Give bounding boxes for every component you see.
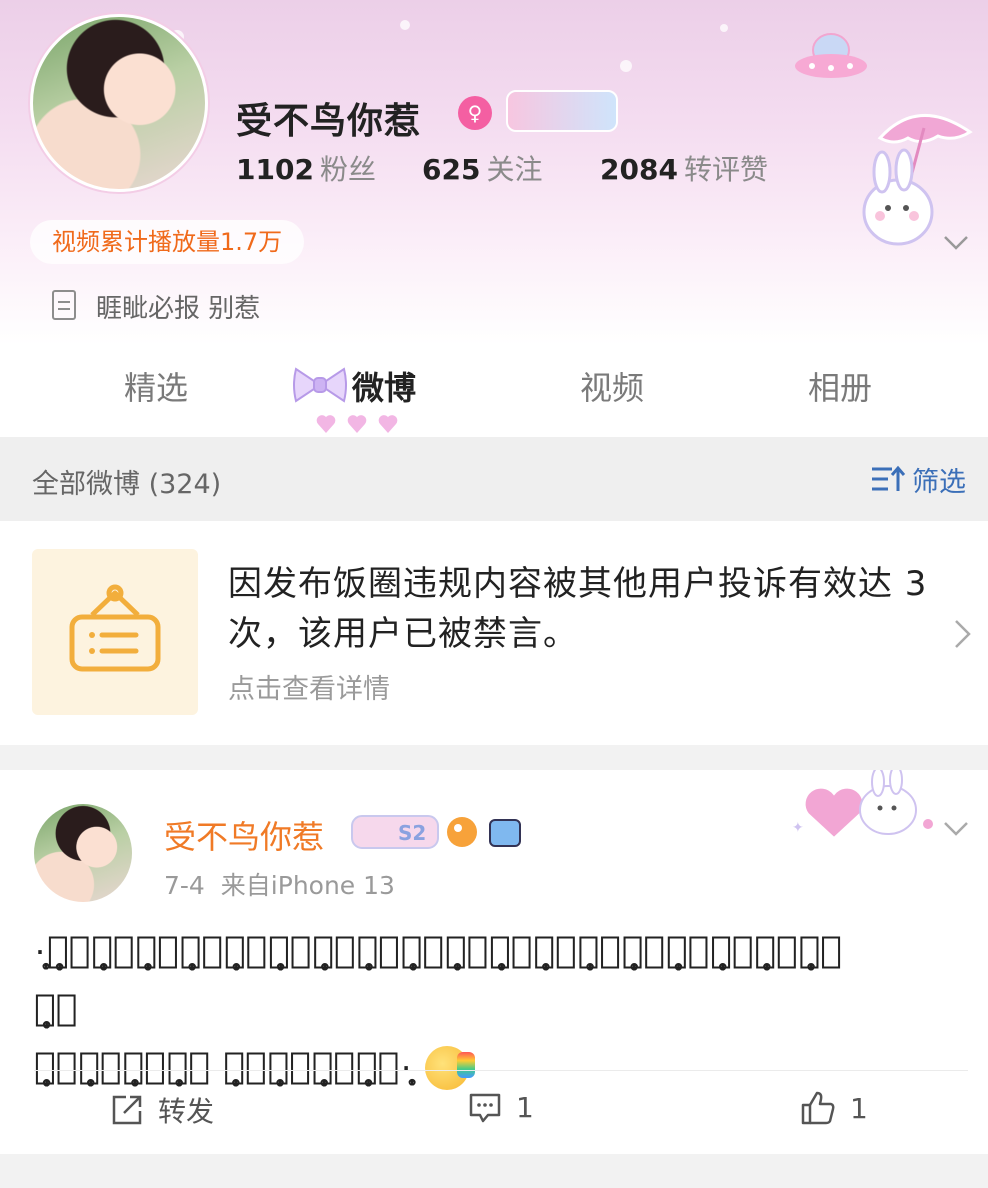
heart-bunny-sticker-icon: ✦ bbox=[792, 770, 933, 840]
comment-icon bbox=[469, 1093, 501, 1123]
ufo-sticker-icon bbox=[795, 33, 867, 78]
document-icon bbox=[52, 290, 76, 320]
svg-text:✦: ✦ bbox=[792, 820, 804, 836]
tab-video[interactable]: 视频 bbox=[580, 363, 644, 409]
notice-message: 因发布饭圈违规内容被其他用户投诉有效达 3次，该用户已被禁言。 bbox=[228, 564, 928, 654]
comment-button[interactable]: 1 bbox=[468, 1090, 534, 1124]
filter-label: 筛选 bbox=[912, 466, 966, 498]
profile-tabs: 精选 微博 视频 相册 bbox=[0, 345, 988, 437]
share-icon bbox=[112, 1095, 142, 1125]
stat-fans-label: 粉丝 bbox=[319, 153, 376, 186]
hearts-icon bbox=[316, 415, 398, 433]
profile-avatar[interactable] bbox=[30, 14, 208, 192]
stat-fans-value: 1102 bbox=[236, 153, 314, 186]
signboard-icon bbox=[69, 584, 161, 672]
stat-interactions[interactable]: 2084 转评赞 bbox=[600, 148, 768, 188]
sort-filter-icon bbox=[872, 465, 906, 491]
tab-album[interactable]: 相册 bbox=[808, 363, 872, 409]
filter-button[interactable]: 筛选 bbox=[870, 459, 966, 499]
stat-following-label: 关注 bbox=[486, 153, 543, 186]
like-count: 1 bbox=[850, 1091, 868, 1125]
weibo-post: 受不鸟你惹 S2 7-4 来自iPhone 13 ✦ ·̩̩̥͙滴̩̩̥͙滴̩̩… bbox=[0, 770, 988, 1154]
repost-label: 转发 bbox=[158, 1095, 215, 1128]
post-source: 来自iPhone 13 bbox=[220, 871, 395, 900]
filter-bar: 全部微博 (324) 筛选 bbox=[0, 437, 988, 521]
post-content-line: ·̩̩̥͙滴̩̩̥͙滴̩̩̥͙滴̩̩̥͙，̩̩̥͙怎̩̩̥͙么̩̩̥͙卡̩̩̥͙… bbox=[34, 930, 843, 1029]
stat-interactions-label: 转评赞 bbox=[683, 153, 768, 186]
all-posts-count: 全部微博 (324) bbox=[32, 469, 222, 500]
thumbs-up-icon bbox=[801, 1091, 835, 1125]
stat-interactions-value: 2084 bbox=[600, 153, 678, 186]
profile-header: 受不鸟你惹 ♀ 1102 粉丝 625 关注 2084 转评赞 视频累计播放量1.7万… bbox=[0, 0, 988, 345]
post-date: 7-4 bbox=[164, 871, 205, 900]
tab-featured[interactable]: 精选 bbox=[124, 363, 188, 409]
post-content-text: 了̩̩̥͙？̩̩̥͙？̩̩̥͙？̩̩̥͙ 没̩̩̥͙吃̩̩̥͙饭̩̩̥͙啊̩̩̥… bbox=[34, 1046, 414, 1087]
divider bbox=[34, 1070, 968, 1071]
stat-following-value: 625 bbox=[422, 153, 481, 186]
member-badges-icon: S2 bbox=[351, 815, 521, 849]
profile-bio: 睚眦必报 别惹 bbox=[96, 294, 261, 324]
bow-icon bbox=[293, 367, 347, 403]
like-button[interactable]: 1 bbox=[800, 1090, 868, 1126]
stat-fans[interactable]: 1102 粉丝 bbox=[236, 148, 376, 188]
post-content-line-2: 了̩̩̥͙？̩̩̥͙？̩̩̥͙？̩̩̥͙ 没̩̩̥͙吃̩̩̥͙饭̩̩̥͙啊̩̩̥… bbox=[34, 1038, 854, 1096]
badge-sticker-icon[interactable] bbox=[506, 90, 618, 132]
post-author-name[interactable]: 受不鸟你惹 bbox=[164, 812, 324, 858]
post-author-avatar[interactable] bbox=[34, 804, 132, 902]
rainbow-emoji-icon bbox=[425, 1046, 476, 1090]
repost-button[interactable]: 转发 bbox=[110, 1090, 214, 1130]
stat-following[interactable]: 625 关注 bbox=[422, 148, 542, 188]
female-icon: ♀ bbox=[458, 96, 492, 130]
chevron-right-icon bbox=[955, 620, 971, 648]
video-plays-badge[interactable]: 视频累计播放量1.7万 bbox=[30, 220, 305, 264]
svg-text:S2: S2 bbox=[398, 821, 426, 845]
post-meta: 7-4 来自iPhone 13 bbox=[164, 866, 395, 902]
notice-detail-link[interactable]: 点击查看详情 bbox=[228, 667, 390, 706]
chevron-down-icon[interactable] bbox=[942, 228, 970, 256]
tab-weibo[interactable]: 微博 bbox=[352, 363, 416, 409]
ban-notice-card[interactable]: 因发布饭圈违规内容被其他用户投诉有效达 3次，该用户已被禁言。 点击查看详情 bbox=[0, 521, 988, 745]
comment-count: 1 bbox=[516, 1090, 534, 1124]
profile-name: 受不鸟你惹 bbox=[236, 101, 422, 142]
chevron-down-icon[interactable] bbox=[942, 814, 970, 842]
notice-thumbnail bbox=[32, 549, 198, 715]
